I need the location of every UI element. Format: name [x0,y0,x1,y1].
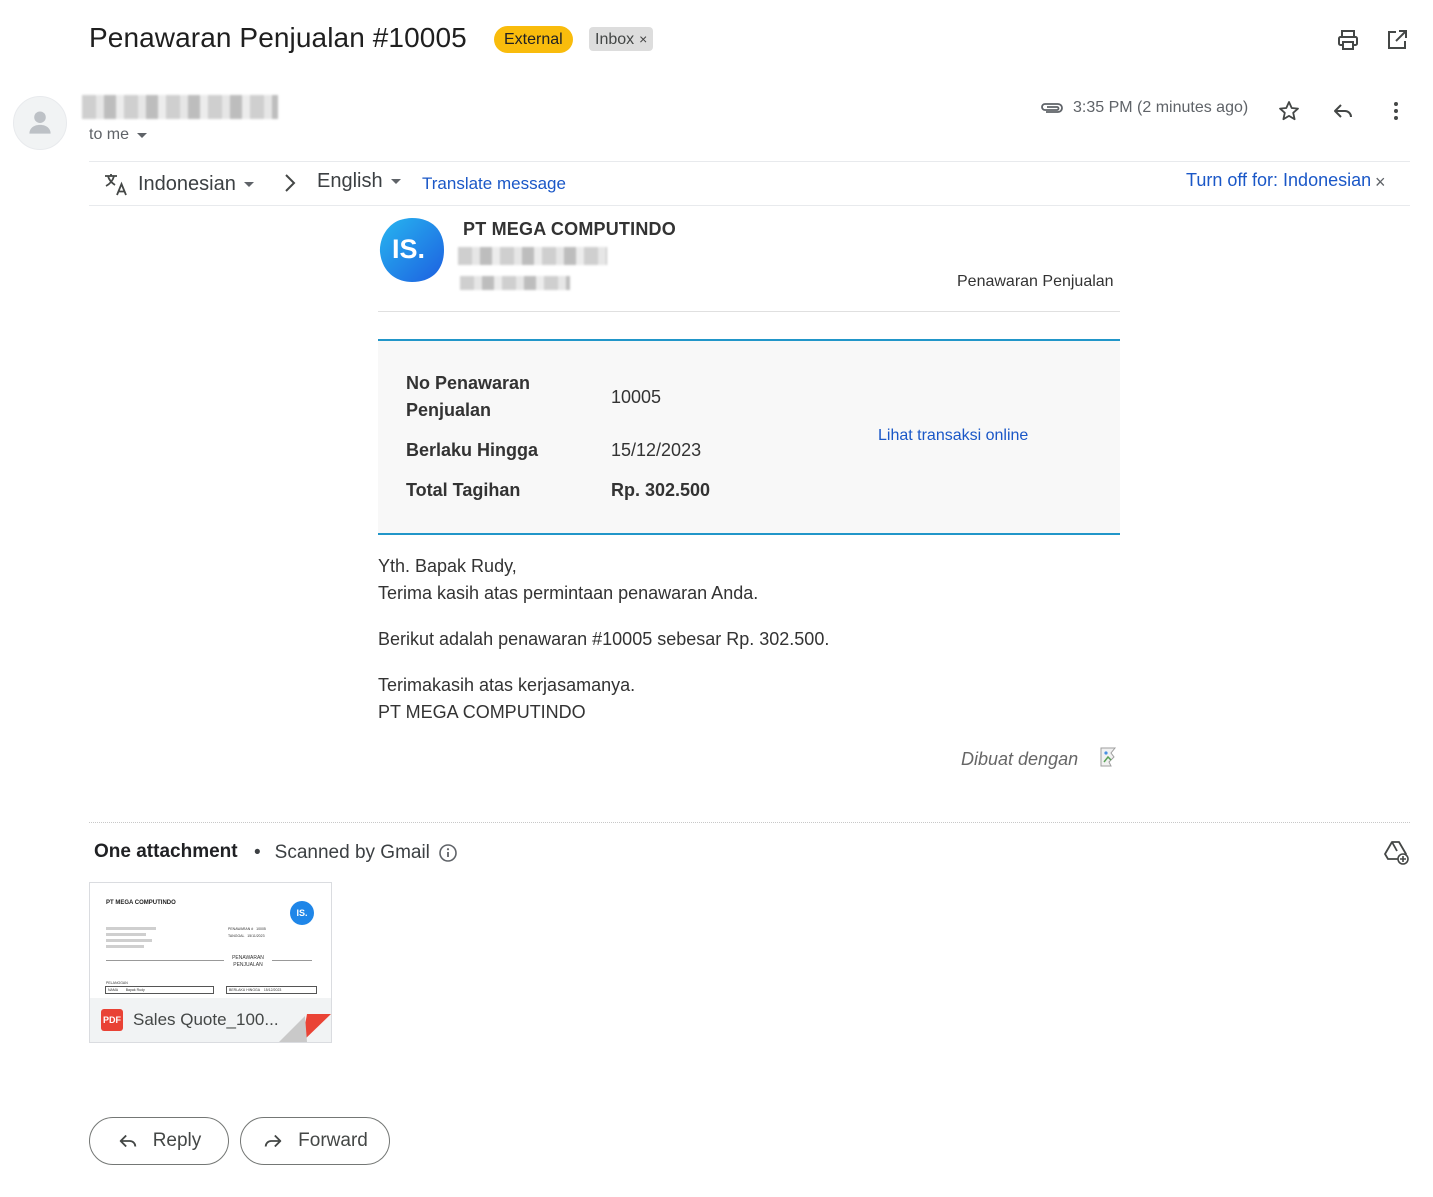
divider [89,161,1410,162]
valid-until-value: 15/12/2023 [611,440,702,460]
divider [89,205,1410,206]
made-with-label: Dibuat dengan [961,749,1079,769]
company-logo: IS. [378,216,446,289]
person-icon [29,111,51,134]
paperclip-icon [1040,100,1064,121]
inbox-label-chip[interactable]: Inbox × [589,27,654,51]
reply-icon[interactable] [1330,98,1356,124]
attachment-count: One attachment [94,841,238,862]
save-to-drive-icon[interactable] [1383,839,1409,865]
external-badge: External [494,26,573,53]
caret-down-icon [390,179,401,184]
reply-button[interactable]: Reply [89,1117,229,1165]
sender-name-redacted [82,95,278,119]
open-in-new-window-icon[interactable] [1384,27,1410,53]
reply-icon [119,1134,136,1148]
print-icon[interactable] [1335,27,1361,53]
view-online-link[interactable]: Lihat transaksi online [878,427,1028,445]
company-address-redacted [458,247,607,265]
preview-valid-row: BERLAKU HINGGA 15/12/2023 [226,986,317,994]
scanned-by-gmail: • Scanned by Gmail [254,842,458,864]
info-icon[interactable] [438,843,458,863]
logo-text: IS. [392,234,426,264]
divider [89,822,1410,823]
offer-line: Berikut adalah penawaran #10005 sebesar … [378,629,830,649]
preview-doc-title: PENAWARAN PENJUALAN [232,955,264,968]
document-type: Penawaran Penjualan [957,273,1114,290]
greeting: Yth. Bapak Rudy, [378,556,517,576]
attachment-file-name: Sales Quote_100... [133,1010,279,1029]
inbox-label-text: Inbox [595,31,635,48]
target-language-select[interactable]: English [317,170,401,193]
total-value: Rp. 302.500 [611,480,711,500]
attachment-card[interactable]: PT MEGA COMPUTINDO IS. PENAWARAN # 10005… [89,882,332,1043]
quote-number-label: No Penawaran Penjualan [406,373,531,420]
more-options-icon[interactable] [1383,98,1409,124]
preview-no: PENAWARAN # 10005 [228,927,266,931]
reply-label: Reply [152,1130,202,1151]
star-icon[interactable] [1276,98,1302,124]
preview-name-row: NAMA Bapak Rudy [105,986,214,994]
signature: PT MEGA COMPUTINDO [378,702,586,722]
remove-label-icon[interactable]: × [639,31,647,47]
message-time: 3:35 PM (2 minutes ago) [1073,99,1249,116]
source-language-label: Indonesian [138,172,236,195]
recipients-toggle[interactable]: to me [89,126,148,144]
caret-down-icon [243,181,254,187]
company-name: PT MEGA COMPUTINDO [463,219,676,239]
company-contact-redacted [460,276,570,290]
sender-avatar[interactable] [13,96,67,150]
quote-number-value: 10005 [611,387,662,407]
chevron-right-icon [282,173,298,198]
closing-line: Terimakasih atas kerjasamanya. [378,675,636,695]
total-label: Total Tagihan [406,480,521,500]
email-subject: Penawaran Penjualan #10005 [89,22,467,53]
to-me-label: to me [89,126,130,143]
translate-icon [105,174,127,196]
page-curl-icon [279,1014,331,1042]
turn-off-translation-link[interactable]: Turn off for: Indonesian [1186,170,1371,191]
source-language-select[interactable]: Indonesian [102,170,254,198]
preview-logo: IS. [290,901,314,925]
preview-company: PT MEGA COMPUTINDO [106,900,176,906]
forward-icon [264,1134,282,1148]
pdf-icon: PDF [101,1009,123,1031]
scanned-label: Scanned by Gmail [274,842,430,863]
preview-date: TANGGAL 15/11/2023 [228,934,265,938]
close-icon[interactable]: × [1375,172,1386,193]
valid-until-label: Berlaku Hingga [406,440,539,460]
forward-label: Forward [298,1130,368,1151]
target-language-label: English [317,170,383,192]
thanks-line: Terima kasih atas permintaan penawaran A… [378,583,759,603]
broken-image-icon [1099,746,1121,773]
forward-button[interactable]: Forward [240,1117,390,1165]
preview-customer: PELANGGAN [106,981,128,985]
translate-message-link[interactable]: Translate message [422,174,566,194]
caret-down-icon [137,132,148,138]
divider [378,311,1120,312]
